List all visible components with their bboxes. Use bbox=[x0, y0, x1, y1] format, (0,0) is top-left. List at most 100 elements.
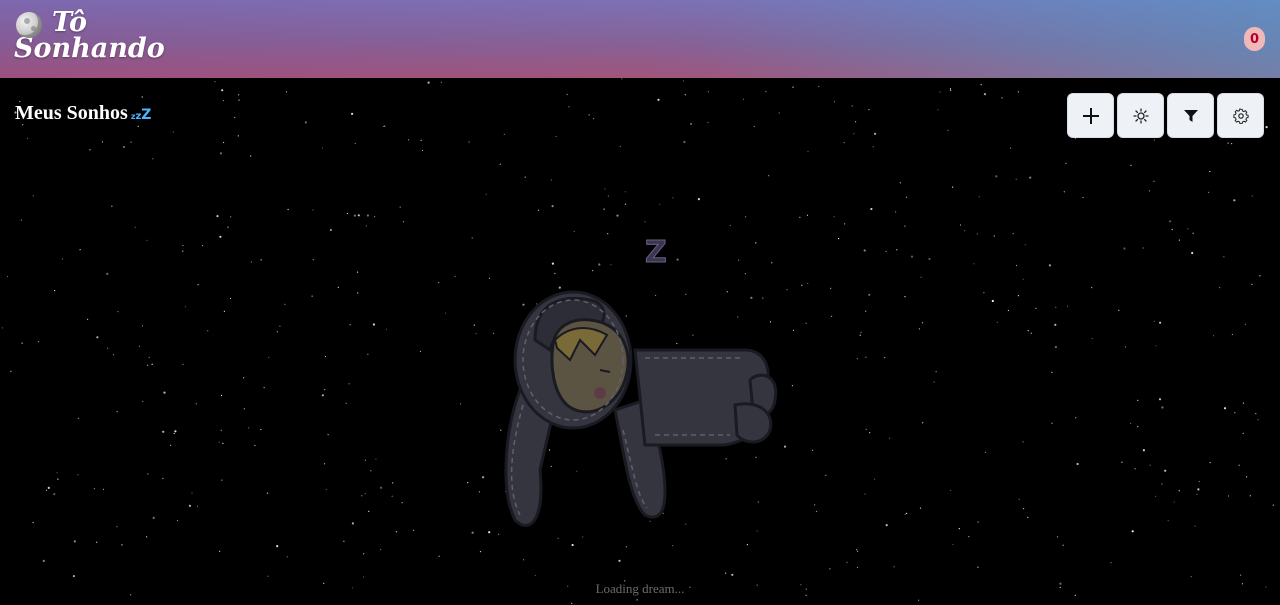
star bbox=[765, 91, 767, 93]
star bbox=[21, 342, 23, 344]
star bbox=[142, 400, 144, 402]
star bbox=[438, 282, 440, 284]
star bbox=[1065, 162, 1067, 164]
star bbox=[191, 492, 193, 494]
star bbox=[1246, 476, 1248, 478]
star bbox=[778, 112, 780, 114]
star bbox=[222, 442, 224, 444]
star bbox=[983, 93, 987, 96]
star bbox=[831, 315, 833, 317]
star bbox=[141, 96, 143, 98]
star bbox=[1198, 480, 1200, 483]
star bbox=[227, 226, 229, 228]
star bbox=[72, 575, 75, 578]
star bbox=[367, 353, 369, 355]
star bbox=[248, 427, 250, 429]
star bbox=[1272, 504, 1274, 506]
star bbox=[32, 521, 34, 524]
star bbox=[1054, 345, 1057, 349]
star bbox=[1075, 417, 1077, 419]
star bbox=[1063, 191, 1065, 193]
notification-badge[interactable]: 0 bbox=[1244, 27, 1265, 51]
star bbox=[1178, 239, 1180, 241]
star bbox=[949, 88, 952, 90]
star bbox=[304, 121, 307, 124]
star bbox=[207, 330, 209, 332]
star bbox=[197, 284, 199, 286]
star bbox=[138, 345, 140, 347]
star bbox=[537, 209, 540, 211]
star bbox=[616, 214, 619, 217]
star bbox=[1076, 462, 1079, 466]
star bbox=[147, 473, 149, 475]
star bbox=[851, 105, 853, 107]
star bbox=[285, 91, 288, 93]
star bbox=[874, 132, 877, 135]
star bbox=[276, 545, 279, 548]
star bbox=[1255, 413, 1257, 415]
star bbox=[56, 472, 58, 474]
star bbox=[351, 112, 354, 115]
star bbox=[818, 85, 820, 88]
star bbox=[385, 328, 388, 330]
star bbox=[825, 474, 827, 476]
theme-toggle-button[interactable] bbox=[1117, 93, 1164, 138]
star bbox=[147, 364, 149, 366]
star bbox=[503, 133, 505, 135]
star bbox=[1191, 251, 1194, 255]
star bbox=[958, 528, 960, 530]
star bbox=[230, 216, 232, 218]
star bbox=[812, 449, 814, 451]
star bbox=[219, 550, 221, 552]
star bbox=[863, 249, 866, 252]
star bbox=[101, 141, 103, 143]
app-logo[interactable]: Tô Sonhando bbox=[14, 9, 165, 62]
star bbox=[312, 259, 314, 261]
star bbox=[57, 478, 59, 480]
star bbox=[1244, 323, 1246, 325]
star bbox=[964, 230, 966, 232]
add-dream-button[interactable] bbox=[1067, 93, 1114, 138]
settings-button[interactable] bbox=[1217, 93, 1264, 138]
star bbox=[392, 482, 394, 484]
star bbox=[329, 228, 332, 232]
star bbox=[853, 133, 855, 135]
star bbox=[182, 250, 184, 252]
star bbox=[690, 122, 693, 125]
star bbox=[366, 214, 369, 217]
star bbox=[952, 186, 954, 188]
star bbox=[904, 296, 906, 298]
star bbox=[321, 147, 323, 149]
star bbox=[729, 224, 731, 227]
star bbox=[250, 261, 252, 263]
star bbox=[61, 258, 64, 260]
star bbox=[1051, 371, 1053, 373]
star bbox=[904, 513, 906, 515]
star bbox=[1051, 422, 1053, 424]
star bbox=[1015, 178, 1017, 180]
star bbox=[731, 573, 734, 576]
star bbox=[977, 566, 979, 568]
star bbox=[1148, 190, 1150, 192]
star bbox=[1231, 333, 1233, 336]
loading-status: Loading dream... bbox=[595, 581, 685, 596]
star bbox=[384, 125, 386, 127]
star bbox=[1153, 320, 1156, 322]
star bbox=[1091, 287, 1093, 289]
star bbox=[20, 219, 22, 221]
star bbox=[968, 536, 970, 538]
star bbox=[1024, 244, 1026, 246]
star bbox=[346, 212, 348, 215]
star bbox=[860, 331, 862, 333]
star bbox=[454, 275, 456, 277]
star bbox=[1022, 278, 1024, 280]
star bbox=[473, 324, 475, 326]
star bbox=[354, 142, 356, 145]
star bbox=[571, 602, 573, 605]
star bbox=[1161, 483, 1163, 485]
star bbox=[1231, 143, 1233, 145]
filter-button[interactable] bbox=[1167, 93, 1214, 138]
star bbox=[868, 109, 870, 111]
star bbox=[254, 444, 256, 447]
star bbox=[657, 98, 660, 101]
